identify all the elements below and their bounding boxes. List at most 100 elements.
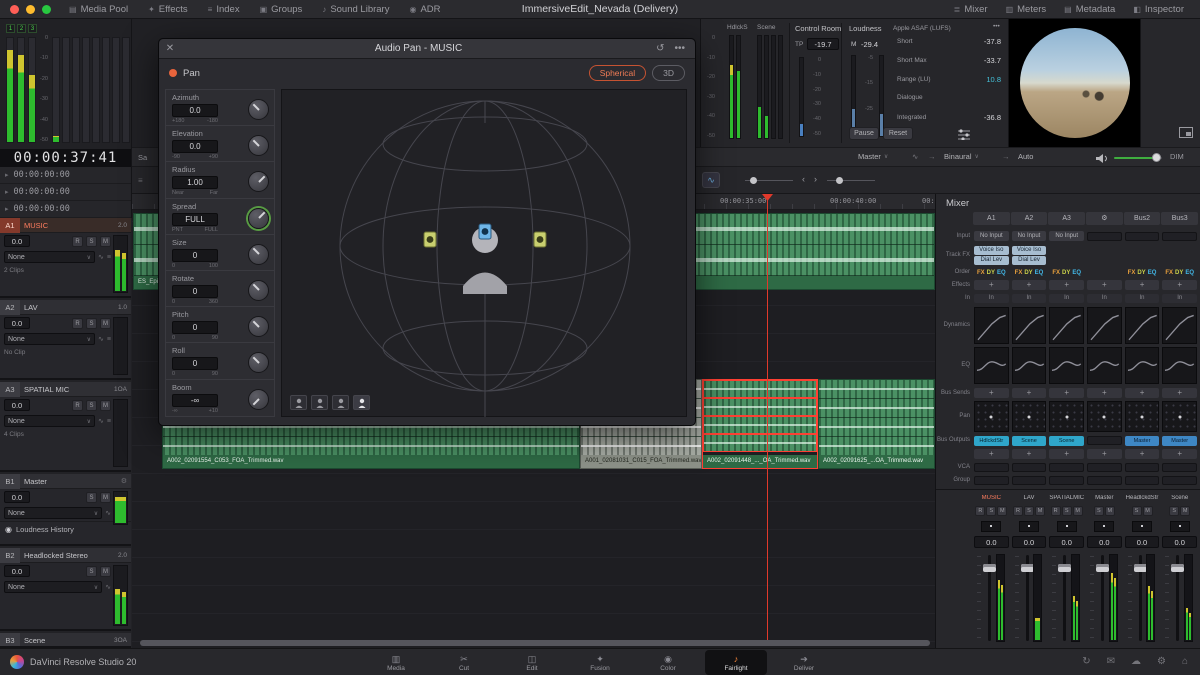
add-effect-button[interactable]: + (1125, 280, 1160, 290)
insert-in-toggle[interactable]: In (974, 294, 1009, 303)
spherical-mode-button[interactable]: Spherical (589, 65, 646, 81)
strip-pan-widget[interactable] (981, 521, 1001, 532)
solo-button[interactable]: S (986, 506, 996, 516)
plugin-dropdown[interactable]: None∨ (4, 333, 95, 345)
waveform-icon[interactable]: ∿ (98, 253, 104, 261)
effects-button[interactable]: ✦Effects (140, 2, 196, 17)
pan-grid[interactable] (974, 401, 1009, 432)
mute-button[interactable]: M (1105, 506, 1115, 516)
pan-control-radius[interactable]: Radius1.00NearFar (166, 162, 274, 198)
clip-foa-3-selected[interactable]: A002_02091448_..._OA_Trimmed.wav (702, 379, 818, 469)
process-order[interactable]: FXDYEQ (1162, 270, 1197, 276)
channel-fader[interactable] (1162, 551, 1197, 645)
rotate-knob[interactable] (248, 280, 269, 301)
mute-button[interactable]: M (100, 318, 111, 329)
pan-control-pitch[interactable]: Pitch0090 (166, 307, 274, 343)
track-header-master-bus[interactable]: B1 Master ⚙ 0.0 S M None∨ ∿ ◉ Loudness H… (0, 474, 131, 546)
close-icon[interactable]: ✕ (159, 43, 181, 54)
bus-output-assign[interactable]: HdlckdStr (974, 436, 1009, 446)
pan-grid[interactable] (1162, 401, 1197, 432)
record-arm-button[interactable]: R (72, 236, 83, 247)
fader-handle[interactable] (1021, 564, 1034, 572)
bus-output-assign[interactable]: Master (1162, 436, 1197, 446)
close-window-button[interactable] (10, 5, 19, 14)
picture-in-picture-icon[interactable] (1179, 127, 1193, 138)
record-arm-button[interactable]: R (1013, 506, 1023, 516)
add-effect-button[interactable]: + (974, 280, 1009, 290)
add-effect-button[interactable]: + (1049, 280, 1084, 290)
group-slot[interactable] (1125, 476, 1160, 485)
insert-in-toggle[interactable]: In (1012, 294, 1047, 303)
dynamics-graph[interactable] (974, 307, 1009, 344)
fader-handle[interactable] (983, 564, 996, 572)
roll-value-field[interactable]: 0 (172, 357, 218, 370)
mute-button[interactable]: M (1180, 506, 1190, 516)
track-fx-plugin[interactable]: Dial Lev (1012, 256, 1047, 265)
dynamics-graph[interactable] (1012, 307, 1047, 344)
group-slot[interactable] (1049, 476, 1084, 485)
add-bus-output-button[interactable]: + (974, 449, 1009, 459)
mute-button[interactable]: M (100, 492, 111, 503)
groups-button[interactable]: ▣Groups (252, 2, 311, 17)
monitor-source-dropdown[interactable]: Master∨ (858, 152, 888, 161)
mixer-channel-header[interactable]: A2 (1011, 212, 1048, 225)
track-height-slider[interactable] (827, 180, 875, 181)
radius-value-field[interactable]: 1.00 (172, 176, 218, 189)
solo-button[interactable]: S (1169, 506, 1179, 516)
automation-icon[interactable]: ≡ (107, 254, 111, 261)
fader-value[interactable]: 0.0 (974, 536, 1009, 548)
dialog-titlebar[interactable]: ✕ Audio Pan - MUSIC ↺ ••• (159, 39, 695, 59)
track-header-lav[interactable]: A2 LAV 1.0 0.0 R S M None∨ ∿ ≡ No Clip (0, 300, 131, 380)
bus-output-assign[interactable]: Scene (1049, 436, 1084, 446)
listener-view-front-icon[interactable] (290, 395, 307, 410)
pan-grid[interactable] (1049, 401, 1084, 432)
track-header-headlocked-stereo[interactable]: B2 Headlocked Stereo 2.0 0.0 S M None∨ ∿ (0, 548, 131, 631)
main-bus-icon[interactable]: ⚙ (1086, 212, 1123, 225)
channel-fader[interactable] (974, 551, 1009, 645)
waveform-icon[interactable]: ∿ (105, 509, 111, 517)
rotate-value-field[interactable]: 0 (172, 285, 218, 298)
bus-output-assign[interactable]: Master (1125, 436, 1160, 446)
fader-handle[interactable] (1058, 564, 1071, 572)
page-cut[interactable]: ✂Cut (433, 650, 495, 675)
nudge-right-icon[interactable]: › (814, 174, 817, 184)
pitch-value-field[interactable]: 0 (172, 321, 218, 334)
record-arm-button[interactable]: R (72, 400, 83, 411)
nudge-left-icon[interactable]: ‹ (802, 174, 805, 184)
track-header-music[interactable]: A1 MUSIC 2.0 0.0 R S M None∨ ∿ ≡ 2 Clips (0, 218, 131, 298)
monitor-processing-dropdown[interactable]: Binaural∨ (944, 152, 979, 161)
strip-pan-widget[interactable] (1170, 521, 1190, 532)
roll-knob[interactable] (248, 352, 269, 373)
listener-view-top-icon[interactable] (311, 395, 328, 410)
channel-fader[interactable] (1125, 551, 1160, 645)
loudness-history-button[interactable]: ◉ Loudness History (0, 521, 131, 537)
loudness-menu-icon[interactable]: ••• (993, 23, 1000, 30)
record-arm-button[interactable]: R (975, 506, 985, 516)
radius-knob[interactable] (248, 171, 269, 192)
timecode-field-row[interactable]: ▸00:00:00:00 (0, 201, 131, 218)
insert-in-toggle[interactable]: In (1162, 294, 1197, 303)
automation-icon[interactable]: ≡ (107, 336, 111, 343)
spread-knob[interactable] (248, 208, 269, 229)
timecode-field-row[interactable]: ▸00:00:00:00 (0, 184, 131, 201)
add-bus-send-button[interactable]: + (1012, 388, 1047, 398)
eq-graph[interactable] (1012, 347, 1047, 384)
vca-slot[interactable] (974, 463, 1009, 472)
pitch-knob[interactable] (248, 316, 269, 337)
vca-slot[interactable] (1012, 463, 1047, 472)
eq-graph[interactable] (974, 347, 1009, 384)
options-menu-icon[interactable]: ••• (674, 43, 685, 54)
plugin-dropdown[interactable]: None∨ (4, 581, 102, 593)
track-gain-field[interactable]: 0.0 (4, 235, 30, 247)
mute-button[interactable]: M (100, 236, 111, 247)
add-bus-output-button[interactable]: + (1049, 449, 1084, 459)
eq-graph[interactable] (1087, 347, 1122, 384)
adr-button[interactable]: ◉ADR (401, 2, 448, 17)
azimuth-knob[interactable] (248, 99, 269, 120)
solo-button[interactable]: S (1094, 506, 1104, 516)
add-bus-output-button[interactable]: + (1012, 449, 1047, 459)
mute-button[interactable]: M (1143, 506, 1153, 516)
cloud-icon[interactable]: ☁ (1131, 656, 1141, 667)
elevation-value-field[interactable]: 0.0 (172, 140, 218, 153)
fader-value[interactable]: 0.0 (1087, 536, 1122, 548)
